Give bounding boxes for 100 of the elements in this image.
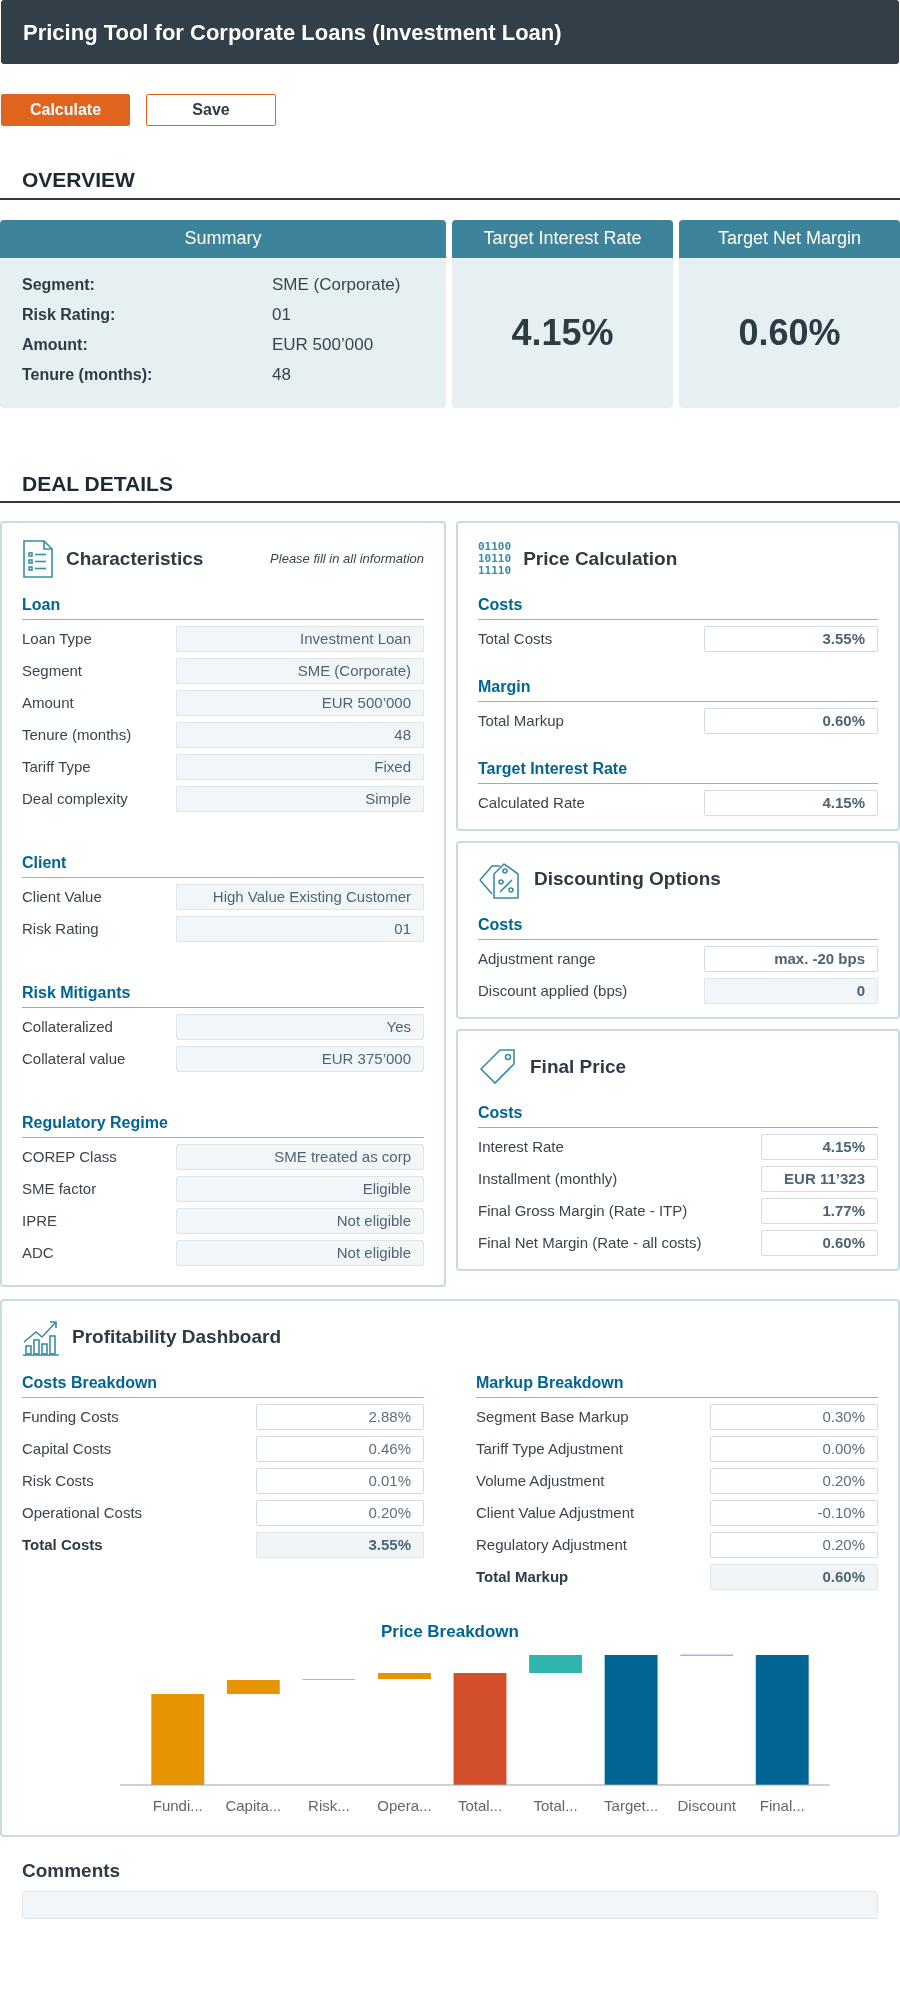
value-field: 0.20% [710,1532,878,1558]
panel-title: Characteristics [66,546,204,571]
field-label: Total Markup [476,1566,569,1587]
value-field[interactable]: 48 [176,722,424,748]
field-label: Amount [22,692,74,713]
value-field[interactable]: SME treated as corp [176,1144,424,1170]
field-label: Tariff Type Adjustment [476,1438,624,1459]
field-label: IPRE [22,1210,57,1231]
value-field: 0.60% [761,1230,878,1256]
field-label: Total Markup [478,710,564,731]
section-heading: Margin [478,675,878,702]
summary-value: 01 [272,303,291,326]
value-field: 0.46% [256,1436,424,1462]
value-field[interactable]: Eligible [176,1176,424,1202]
value-field: -0.10% [710,1500,878,1526]
section-heading: Risk Mitigants [22,981,424,1008]
value-field[interactable]: EUR 500’000 [176,690,424,716]
field-label: Tariff Type [22,756,91,777]
axis-label: Risk... [308,1795,350,1816]
field-label: Operational Costs [22,1502,143,1523]
kpi-value: 4.15% [511,310,614,355]
field-label: Risk Costs [22,1470,94,1491]
value-field[interactable]: Fixed [176,754,424,780]
field-label: Segment Base Markup [476,1406,629,1427]
document-list-icon [22,539,54,579]
section-heading: Markup Breakdown [476,1371,878,1398]
section-heading: Costs [478,1101,878,1128]
binary-digits-icon: 01100 10110 11110 [478,541,512,577]
section-heading: Regulatory Regime [22,1111,424,1138]
value-field[interactable]: 01 [176,916,424,942]
field-label: Final Net Margin (Rate - all costs) [478,1232,702,1253]
panel-title: Final Price [530,1054,627,1079]
section-heading: Target Interest Rate [478,757,878,784]
field-label: Capital Costs [22,1438,112,1459]
section-heading: Client [22,851,424,878]
axis-label: Final... [759,1795,805,1816]
summary-value: 48 [272,363,291,386]
comments-label: Comments [22,1858,122,1883]
value-field[interactable]: Simple [176,786,424,812]
field-label: Loan Type [22,628,92,649]
summary-value: EUR 500’000 [272,333,374,356]
value-field[interactable]: EUR 375’000 [176,1046,424,1072]
value-field: 4.15% [704,790,878,816]
comments-field[interactable] [22,1891,878,1919]
field-label: Total Costs [22,1534,103,1555]
section-heading: Costs [478,913,878,940]
kpi-value: 0.60% [738,310,841,355]
section-title: DEAL DETAILS [22,471,173,495]
value-field[interactable]: Investment Loan [176,626,424,652]
field-label: Discount applied (bps) [478,980,628,1001]
field-label: Regulatory Adjustment [476,1534,627,1555]
value-field: 0.30% [710,1404,878,1430]
axis-label: Capita... [225,1795,282,1816]
value-field: 3.55% [256,1532,424,1558]
field-label: Final Gross Margin (Rate - ITP) [478,1200,688,1221]
calculate-button[interactable]: Calculate [1,94,130,126]
field-label: Funding Costs [22,1406,119,1427]
field-label: Collateral value [22,1048,126,1069]
value-field: EUR 11’323 [761,1166,878,1192]
section-heading: Costs [478,593,878,620]
panel-title: Price Calculation [523,546,678,571]
section-title: OVERVIEW [22,168,135,191]
price-tag-icon [478,1047,518,1087]
field-label: ADC [22,1242,54,1263]
axis-label: Discount [677,1795,736,1816]
axis-label: Fundi... [152,1795,203,1816]
card-header: Summary [0,219,446,258]
value-field: 4.15% [761,1134,878,1160]
field-label: Collateralized [22,1016,113,1037]
value-field[interactable]: Not eligible [176,1240,424,1266]
section-heading: Loan [22,593,424,620]
value-field: 3.55% [704,626,878,652]
field-label: Deal complexity [22,788,128,809]
page-title: Pricing Tool for Corporate Loans (Investment Loan) [23,18,562,47]
field-label: Interest Rate [478,1136,564,1157]
value-field: max. -20 bps [704,946,878,972]
value-field[interactable]: High Value Existing Customer [176,884,424,910]
chart-title: Price Breakdown [381,1621,519,1643]
axis-label: Target... [604,1795,659,1816]
field-label: Segment [22,660,83,681]
field-label: Total Costs [478,628,553,649]
value-field[interactable]: Yes [176,1014,424,1040]
field-label: Calculated Rate [478,792,585,813]
panel-title: Discounting Options [534,866,721,891]
value-field: 0.60% [704,708,878,734]
value-field[interactable]: Not eligible [176,1208,424,1234]
value-field: 0.01% [256,1468,424,1494]
value-field: 2.88% [256,1404,424,1430]
field-label: Client Value Adjustment [476,1502,635,1523]
field-label: Adjustment range [478,948,596,969]
panel-note: Please fill in all information [270,550,424,569]
value-field[interactable]: 0 [704,978,878,1004]
card-header: Target Net Margin [679,219,900,258]
field-label: Installment (monthly) [478,1168,618,1189]
summary-value: SME (Corporate) [272,273,401,296]
value-field: 0.60% [710,1564,878,1590]
save-button[interactable]: Save [146,94,276,126]
axis-label: Opera... [377,1795,432,1816]
value-field: 1.77% [761,1198,878,1224]
value-field[interactable]: SME (Corporate) [176,658,424,684]
